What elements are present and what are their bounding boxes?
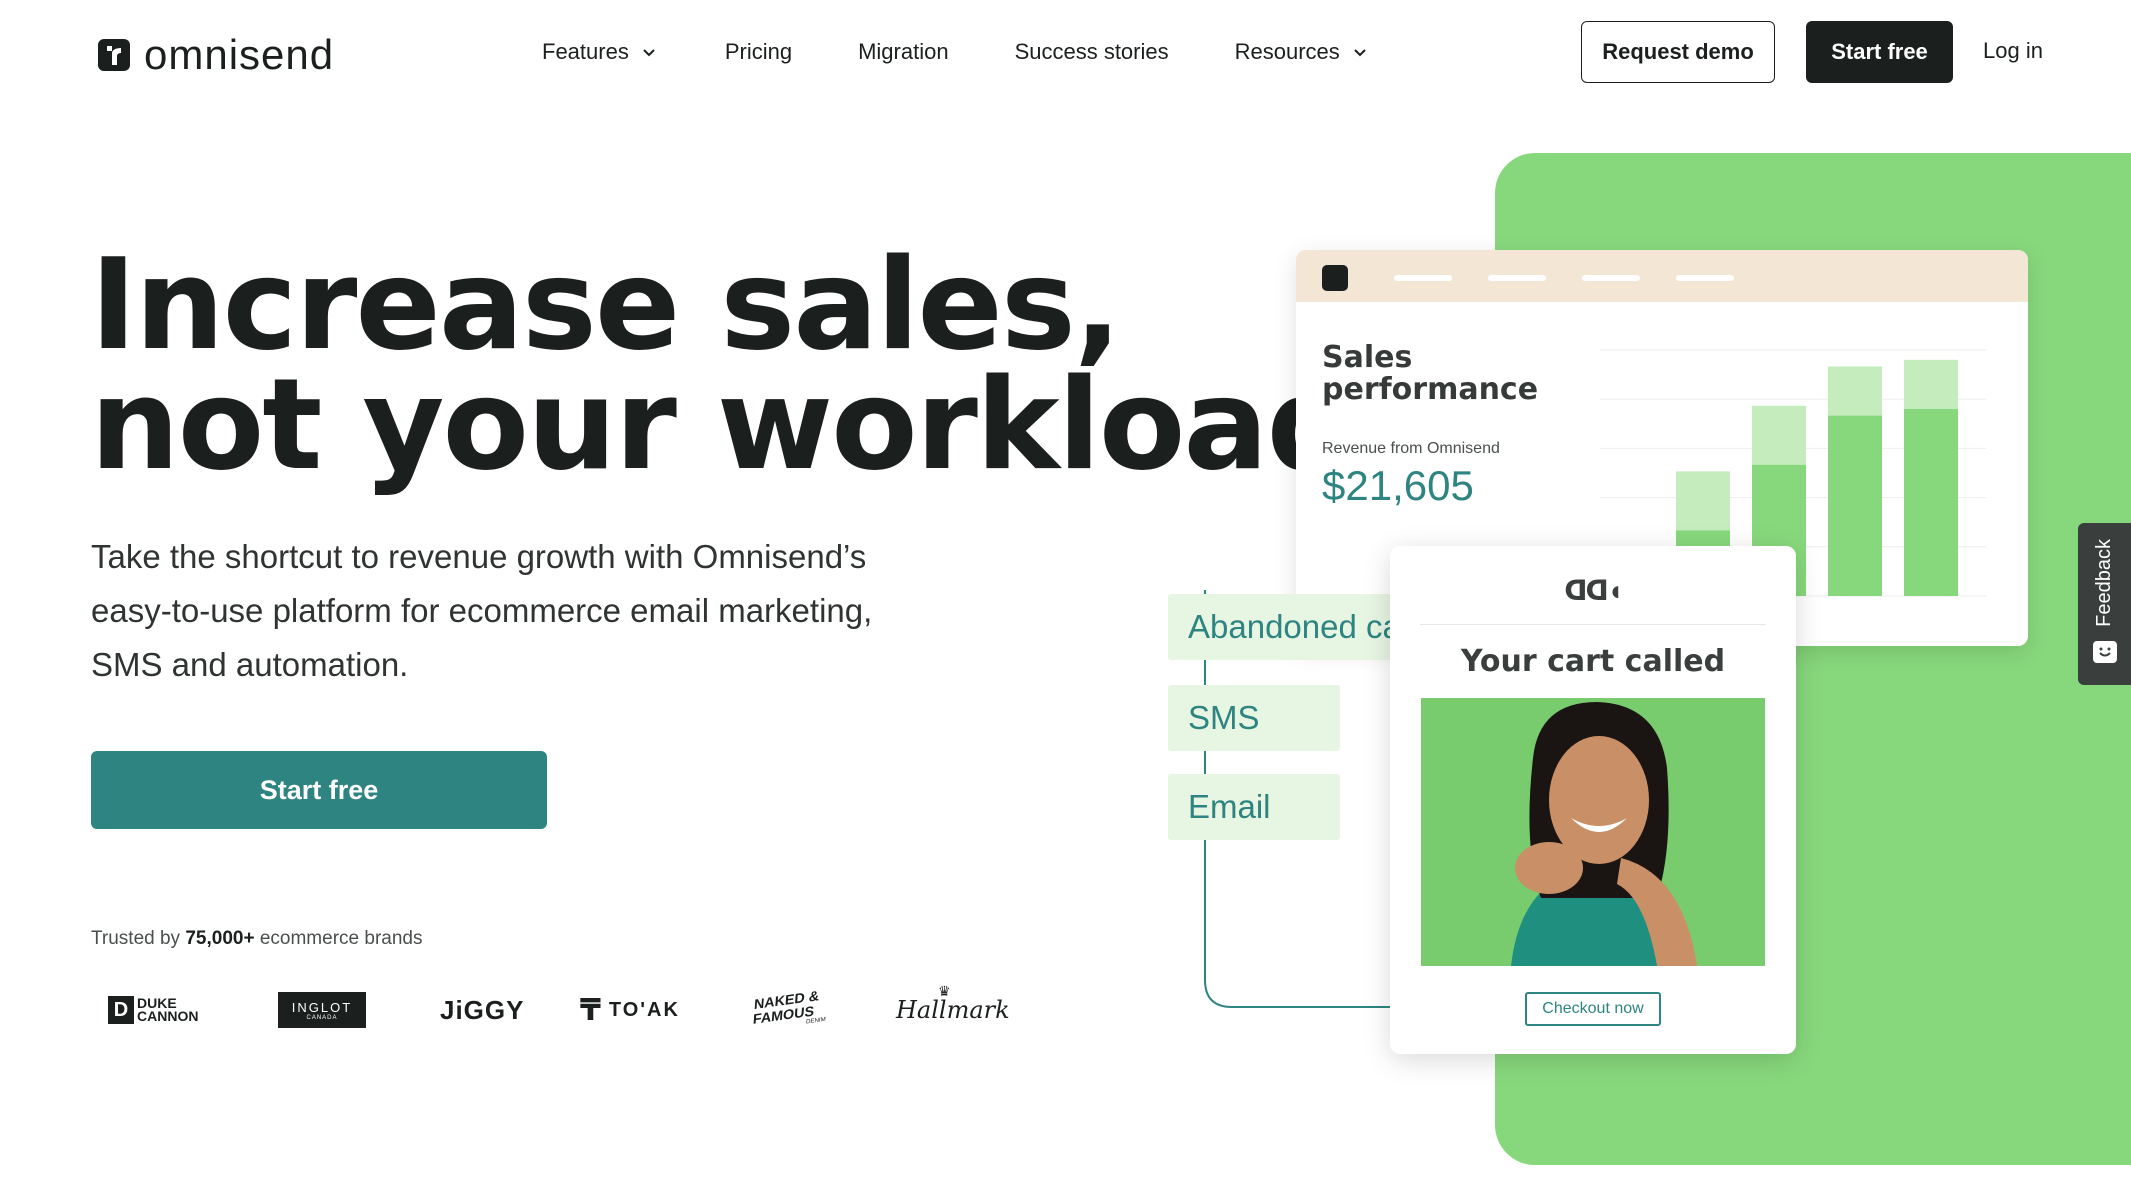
naked-famous-logo: NAKED & FAMOUS DENIM — [752, 985, 826, 1035]
nav-pricing[interactable]: Pricing — [725, 39, 792, 65]
nav-resources-label: Resources — [1234, 39, 1340, 64]
hero-headline: Increase sales, not your workload — [90, 242, 1357, 488]
trusted-by-text: Trusted by 75,000+ ecommerce brands — [91, 928, 422, 950]
nav-resources[interactable]: Resources — [1235, 39, 1370, 65]
hero-subtext: Take the shortcut to revenue growth with… — [91, 538, 873, 683]
duke-cannon-name: DUKE CANNON — [137, 995, 199, 1024]
jiggy-logo: JiGGY — [440, 985, 524, 1035]
email-brand-logo: ᗡᗡ◖ — [1564, 575, 1623, 606]
chart-bar-top — [1828, 366, 1882, 416]
request-demo-button[interactable]: Request demo — [1581, 21, 1775, 83]
omnisend-logo[interactable]: omnisend — [98, 34, 334, 76]
chart-bar-top — [1752, 405, 1806, 465]
jiggy-name: JiGGY — [440, 994, 525, 1025]
chart-bar-base — [1828, 415, 1882, 596]
feedback-tab[interactable]: Feedback — [2078, 523, 2131, 685]
trusted-prefix: Trusted by — [91, 928, 181, 949]
omnisend-logo-icon — [98, 39, 130, 71]
start-free-nav-button[interactable]: Start free — [1806, 21, 1953, 83]
chart-bar-base — [1904, 409, 1958, 596]
chevron-down-icon — [1354, 49, 1366, 57]
naked-famous-sub: DENIM — [805, 1016, 826, 1026]
hallmark-crown-icon: ♛ — [938, 983, 951, 999]
brand-logos: D DUKE CANNON INGLOT CANADA JiGGY ₸ TO'A… — [108, 983, 1010, 1035]
flow-chip-sms: SMS — [1168, 685, 1340, 751]
checkout-now-button[interactable]: Checkout now — [1525, 992, 1661, 1026]
nav-migration-label: Migration — [858, 39, 949, 64]
toak-glyph-icon: ₸ — [580, 993, 601, 1027]
feedback-smiley-icon — [2092, 640, 2117, 663]
nav-pricing-label: Pricing — [724, 39, 793, 64]
chart-bar-top — [1676, 471, 1730, 531]
chart-bar-top — [1904, 359, 1958, 410]
duke-cannon-logo: D DUKE CANNON — [108, 985, 213, 1035]
start-free-hero-button[interactable]: Start free — [91, 751, 547, 829]
email-heading: Your cart called — [1460, 644, 1726, 679]
nav-features[interactable]: Features — [542, 39, 659, 65]
inglot-name: INGLOT — [291, 999, 353, 1015]
toak-name: TO'AK — [608, 998, 680, 1021]
email-divider — [1420, 624, 1766, 625]
logo-text: omnisend — [144, 31, 335, 78]
nav-success-stories-label: Success stories — [1014, 39, 1169, 64]
main-nav: Features Pricing Migration Success stori… — [542, 36, 1370, 68]
hallmark-name: Hallmark — [896, 996, 1010, 1024]
headline-line-2: not your workload — [90, 351, 1357, 498]
flow-chip-email: Email — [1168, 774, 1340, 840]
feedback-label: Feedback — [2093, 539, 2115, 627]
trusted-count: 75,000+ — [185, 928, 255, 949]
chevron-down-icon — [643, 49, 655, 57]
inglot-sub: CANADA — [306, 1014, 338, 1021]
hallmark-logo: ♛ Hallmark — [896, 983, 1010, 1035]
toak-logo: ₸ TO'AK — [580, 985, 680, 1035]
nav-migration[interactable]: Migration — [858, 39, 948, 65]
email-preview-card: ᗡᗡ◖ Your cart called Checkout now — [1390, 546, 1796, 1054]
email-hero-photo — [1421, 698, 1765, 966]
login-link[interactable]: Log in — [1983, 38, 2043, 64]
nav-success-stories[interactable]: Success stories — [1015, 39, 1169, 65]
trusted-suffix: ecommerce brands — [259, 928, 423, 949]
inglot-logo: INGLOT CANADA — [278, 985, 366, 1035]
nav-features-label: Features — [542, 39, 629, 64]
